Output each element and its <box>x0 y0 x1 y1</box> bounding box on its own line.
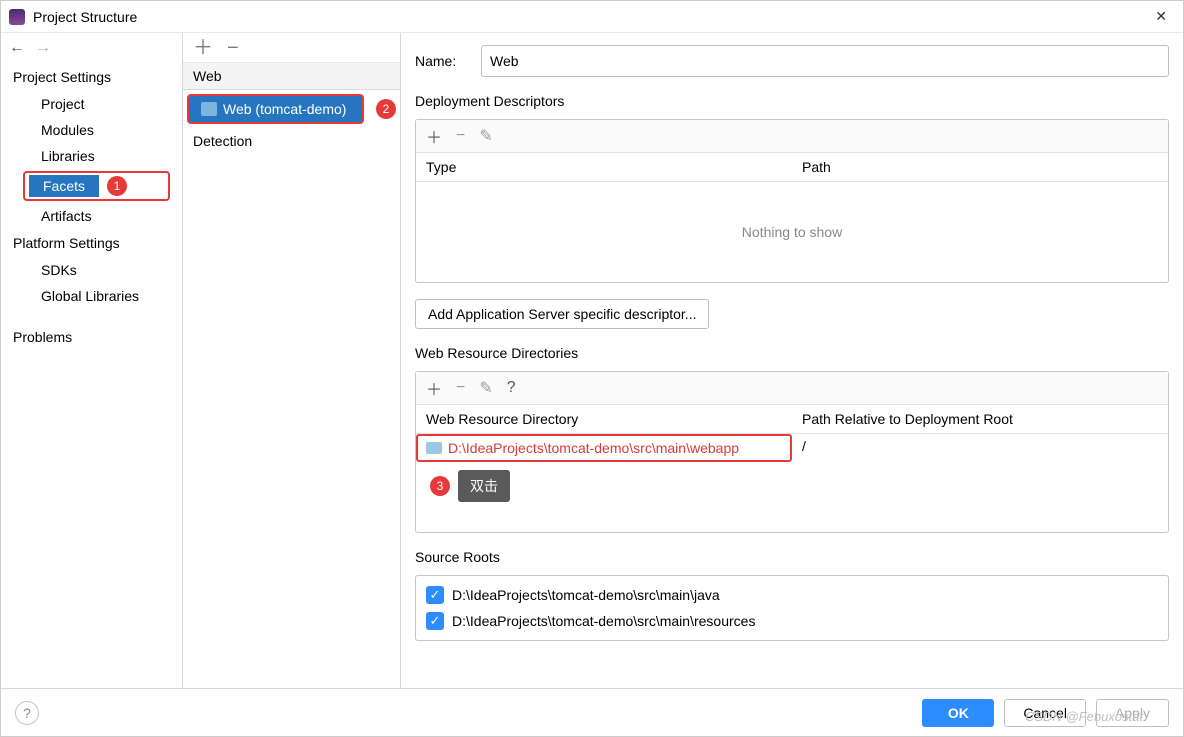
facet-detail-panel: Name: Deployment Descriptors ＋ − ✎ Type … <box>401 33 1183 688</box>
checkbox-icon[interactable]: ✓ <box>426 612 444 630</box>
add-server-descriptor-button[interactable]: Add Application Server specific descript… <box>415 299 709 329</box>
apply-button[interactable]: Apply <box>1096 699 1169 727</box>
sidebar-section-project: Project Settings <box>1 63 182 91</box>
app-icon <box>9 9 25 25</box>
annotation-badge-1: 1 <box>107 176 127 196</box>
add-facet-icon[interactable]: ＋ <box>193 38 213 58</box>
annotation-tooltip-3: 双击 <box>458 470 510 502</box>
facet-group-detection[interactable]: Detection <box>183 128 400 154</box>
remove-resource-icon[interactable]: − <box>456 379 465 397</box>
annotation-badge-3: 3 <box>430 476 450 496</box>
sidebar-item-facets[interactable]: Facets <box>29 175 99 197</box>
facet-item-label: Web (tomcat-demo) <box>223 101 346 117</box>
annotation-3: 3 双击 <box>422 470 1168 502</box>
remove-descriptor-icon[interactable]: − <box>456 127 465 145</box>
source-root-path: D:\IdeaProjects\tomcat-demo\src\main\res… <box>452 613 755 629</box>
edit-resource-icon[interactable]: ✎ <box>479 378 492 398</box>
sidebar-section-platform: Platform Settings <box>1 229 182 257</box>
sidebar-item-project[interactable]: Project <box>1 91 182 117</box>
sidebar: ← → Project Settings Project Modules Lib… <box>1 33 183 688</box>
source-roots-panel: ✓ D:\IdeaProjects\tomcat-demo\src\main\j… <box>415 575 1169 641</box>
web-resources-title: Web Resource Directories <box>415 345 1169 361</box>
sidebar-item-libraries[interactable]: Libraries <box>1 143 182 169</box>
sidebar-item-modules[interactable]: Modules <box>1 117 182 143</box>
add-descriptor-icon[interactable]: ＋ <box>426 124 442 148</box>
sidebar-item-problems[interactable]: Problems <box>1 323 182 351</box>
annotation-badge-2: 2 <box>376 99 396 119</box>
sidebar-item-artifacts[interactable]: Artifacts <box>1 203 182 229</box>
sidebar-item-global-libraries[interactable]: Global Libraries <box>1 283 182 309</box>
deployment-descriptors-title: Deployment Descriptors <box>415 93 1169 109</box>
remove-facet-icon[interactable]: − <box>227 38 239 58</box>
add-resource-icon[interactable]: ＋ <box>426 376 442 400</box>
web-resources-panel: ＋ − ✎ ? Web Resource Directory Path Rela… <box>415 371 1169 533</box>
source-root-item[interactable]: ✓ D:\IdeaProjects\tomcat-demo\src\main\j… <box>416 582 1168 608</box>
deployment-descriptors-panel: ＋ − ✎ Type Path Nothing to show <box>415 119 1169 283</box>
source-root-item[interactable]: ✓ D:\IdeaProjects\tomcat-demo\src\main\r… <box>416 608 1168 634</box>
annotation-2-box: Web (tomcat-demo) <box>187 94 364 124</box>
name-label: Name: <box>415 53 469 69</box>
web-resource-row[interactable]: D:\IdeaProjects\tomcat-demo\src\main\web… <box>416 434 1168 462</box>
source-root-path: D:\IdeaProjects\tomcat-demo\src\main\jav… <box>452 587 720 603</box>
ok-button[interactable]: OK <box>922 699 994 727</box>
close-icon[interactable]: ✕ <box>1147 4 1175 29</box>
web-resource-dir: D:\IdeaProjects\tomcat-demo\src\main\web… <box>448 440 739 456</box>
source-roots-title: Source Roots <box>415 549 1169 565</box>
folder-icon <box>426 442 442 454</box>
facet-group-web[interactable]: Web <box>183 63 400 90</box>
window-title: Project Structure <box>33 9 1147 25</box>
descriptors-empty: Nothing to show <box>416 182 1168 282</box>
help-resource-icon[interactable]: ? <box>507 379 516 397</box>
desc-col-path: Path <box>792 153 1168 181</box>
edit-descriptor-icon[interactable]: ✎ <box>479 126 492 146</box>
desc-col-type: Type <box>416 153 792 181</box>
help-icon[interactable]: ? <box>15 701 39 725</box>
res-col-rel: Path Relative to Deployment Root <box>792 405 1168 433</box>
annotation-1: Facets 1 <box>23 171 170 201</box>
web-facet-icon <box>201 102 217 116</box>
facet-item-web-tomcat-demo[interactable]: Web (tomcat-demo) <box>189 96 362 122</box>
web-resource-rel: / <box>792 434 1168 462</box>
res-col-dir: Web Resource Directory <box>416 405 792 433</box>
annotation-3-box: D:\IdeaProjects\tomcat-demo\src\main\web… <box>416 434 792 462</box>
name-input[interactable] <box>481 45 1169 77</box>
back-icon[interactable]: ← <box>9 39 25 57</box>
sidebar-item-sdks[interactable]: SDKs <box>1 257 182 283</box>
cancel-button[interactable]: Cancel <box>1004 699 1086 727</box>
checkbox-icon[interactable]: ✓ <box>426 586 444 604</box>
forward-icon[interactable]: → <box>35 39 51 57</box>
facets-list-panel: ＋ − Web Web (tomcat-demo) 2 Detection <box>183 33 401 688</box>
